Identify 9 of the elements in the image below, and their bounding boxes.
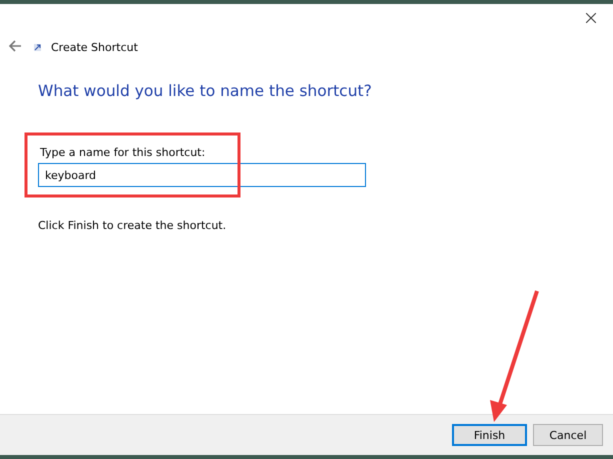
field-label: Type a name for this shortcut: <box>39 146 206 159</box>
window-title: Create Shortcut <box>51 40 138 54</box>
name-input-field[interactable]: keyboard <box>38 163 366 187</box>
close-icon <box>586 13 596 23</box>
shortcut-icon <box>34 44 41 50</box>
page-heading: What would you like to name the shortcut? <box>38 82 373 100</box>
instruction-text: Click Finish to create the shortcut. <box>38 219 226 232</box>
finish-button[interactable]: Finish <box>452 424 527 446</box>
cancel-button[interactable]: Cancel <box>533 424 603 446</box>
